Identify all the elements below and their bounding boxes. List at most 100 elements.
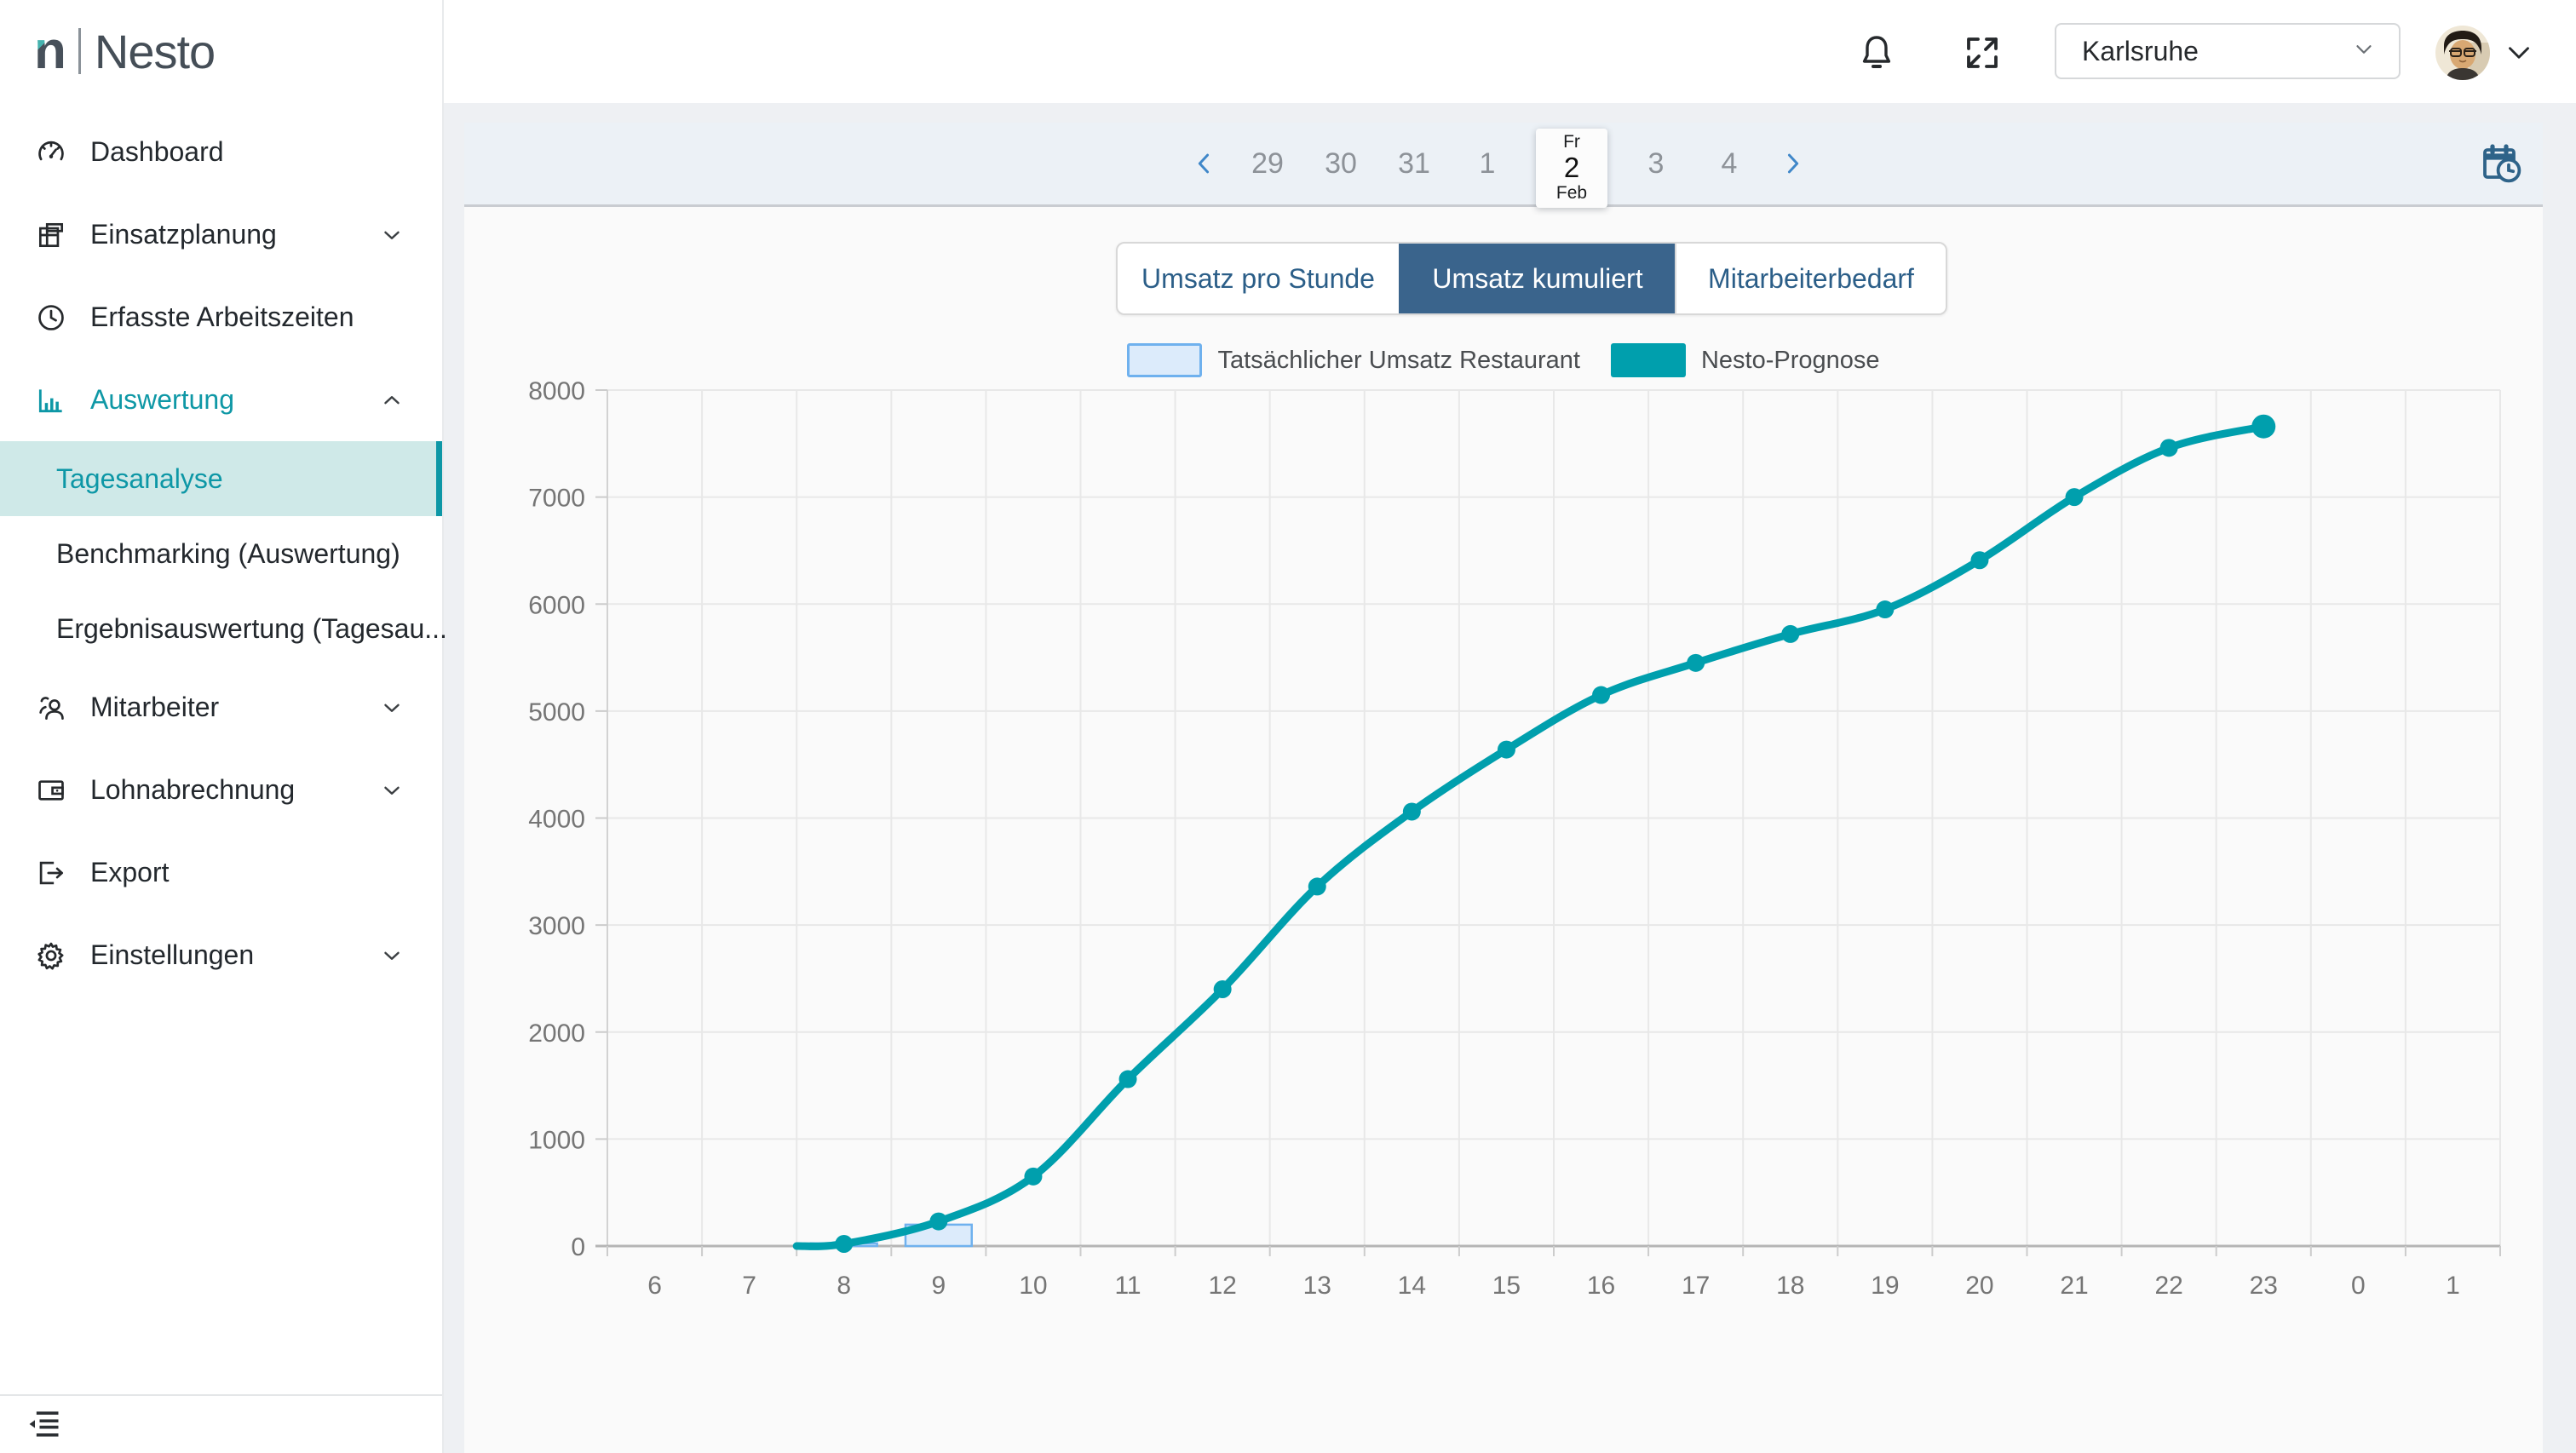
sidebar-item-label: Dashboard	[90, 136, 224, 168]
sidebar-item-tagesanalyse[interactable]: Tagesanalyse	[0, 441, 442, 516]
svg-text:20: 20	[1965, 1272, 1993, 1300]
revenue-cumulative-chart: 0100020003000400050006000700080006789101…	[464, 366, 2543, 1346]
sidebar-item-export[interactable]: Export	[0, 831, 442, 914]
selected-weekday: Fr	[1563, 133, 1580, 152]
tab-umsatz-pro-stunde[interactable]: Umsatz pro Stunde	[1118, 244, 1399, 313]
sidebar-item-dashboard[interactable]: Dashboard	[0, 111, 442, 193]
svg-text:8: 8	[837, 1272, 851, 1300]
sidebar-item-label: Einstellungen	[90, 939, 254, 971]
chevron-down-icon	[2351, 37, 2377, 66]
sidebar-item-label: Benchmarking (Auswertung)	[56, 538, 400, 570]
export-icon	[34, 856, 68, 890]
svg-text:11: 11	[1114, 1272, 1141, 1300]
chevron-down-icon	[379, 778, 405, 803]
svg-text:6000: 6000	[528, 591, 585, 619]
tab-mitarbeiterbedarf[interactable]: Mitarbeiterbedarf	[1675, 244, 1946, 313]
date-30[interactable]: 30	[1316, 147, 1366, 181]
sidebar-item-label: Export	[90, 857, 169, 888]
people-icon	[34, 691, 68, 725]
sidebar-footer-divider	[0, 1394, 442, 1396]
svg-text:18: 18	[1776, 1272, 1804, 1300]
chart-icon	[34, 383, 68, 417]
chevron-down-icon	[379, 222, 405, 248]
logo-wordmark: Nesto	[95, 24, 215, 79]
sidebar: n Nesto Dashboard Einsatzplanung Erfasste …	[0, 0, 444, 1453]
location-select-value: Karlsruhe	[2082, 36, 2199, 67]
clock-icon	[34, 301, 68, 335]
svg-text:7000: 7000	[528, 485, 585, 513]
location-select[interactable]: Karlsruhe	[2055, 23, 2401, 79]
sidebar-item-lohnabrechnung[interactable]: Lohnabrechnung	[0, 749, 442, 831]
next-day-button[interactable]	[1778, 146, 1807, 181]
svg-text:9: 9	[932, 1272, 946, 1300]
app-logo[interactable]: n Nesto	[34, 19, 215, 83]
chevron-down-icon	[379, 943, 405, 968]
date-31[interactable]: 31	[1389, 147, 1439, 181]
svg-text:1000: 1000	[528, 1126, 585, 1154]
svg-text:0: 0	[571, 1233, 585, 1261]
gear-icon	[34, 939, 68, 973]
selected-date-card[interactable]: Fr 2 Feb	[1536, 129, 1607, 208]
date-navigation-bar: 29 30 31 1 Fr 2 Feb 34	[464, 123, 2543, 207]
sidebar-item-ergebnisauswertung[interactable]: Ergebnisauswertung (Tagesau...	[0, 591, 442, 666]
date-29[interactable]: 29	[1243, 147, 1292, 181]
tab-umsatz-kumuliert[interactable]: Umsatz kumuliert	[1399, 244, 1675, 313]
sidebar-item-label: Tagesanalyse	[56, 463, 223, 495]
date-4[interactable]: 4	[1705, 147, 1754, 181]
svg-text:21: 21	[2060, 1272, 2088, 1300]
sidebar-item-erfasste-arbeitszeiten[interactable]: Erfasste Arbeitszeiten	[0, 276, 442, 359]
selected-day: 2	[1564, 152, 1579, 184]
svg-text:6: 6	[647, 1272, 662, 1300]
sidebar-item-auswertung[interactable]: Auswertung	[0, 359, 442, 441]
svg-text:12: 12	[1208, 1272, 1236, 1300]
chevron-up-icon	[379, 388, 405, 413]
wallet-icon	[34, 773, 68, 807]
svg-text:14: 14	[1398, 1272, 1426, 1300]
sidebar-item-label: Lohnabrechnung	[90, 774, 295, 806]
expand-icon	[1962, 62, 2003, 77]
sidebar-item-einsatzplanung[interactable]: Einsatzplanung	[0, 193, 442, 276]
svg-text:8000: 8000	[528, 377, 585, 405]
sidebar-item-label: Mitarbeiter	[90, 692, 219, 723]
svg-text:4000: 4000	[528, 806, 585, 834]
svg-text:16: 16	[1587, 1272, 1615, 1300]
sidebar-nav: Dashboard Einsatzplanung Erfasste Arbeitsz…	[0, 0, 442, 996]
svg-text:19: 19	[1871, 1272, 1899, 1300]
collapse-sidebar-button[interactable]	[26, 1405, 63, 1443]
svg-text:0: 0	[2351, 1272, 2366, 1300]
svg-text:5000: 5000	[528, 698, 585, 726]
svg-text:1: 1	[2446, 1272, 2460, 1300]
main-content: Umsatz pro StundeUmsatz kumuliertMitarbe…	[464, 207, 2543, 1453]
svg-text:22: 22	[2154, 1272, 2182, 1300]
logo-n-mark: n	[34, 25, 66, 78]
sidebar-item-benchmarking[interactable]: Benchmarking (Auswertung)	[0, 516, 442, 591]
logo-divider	[78, 28, 81, 74]
user-avatar[interactable]	[2435, 26, 2490, 80]
svg-text:7: 7	[742, 1272, 756, 1300]
svg-text:10: 10	[1019, 1272, 1047, 1300]
selected-month: Feb	[1556, 184, 1587, 203]
date-1[interactable]: 1	[1463, 147, 1512, 181]
user-menu-chevron[interactable]	[2504, 37, 2534, 68]
prev-day-button[interactable]	[1190, 146, 1219, 181]
fullscreen-button[interactable]	[1962, 32, 2003, 73]
sidebar-item-label: Auswertung	[90, 384, 234, 416]
sidebar-item-label: Erfasste Arbeitszeiten	[90, 302, 354, 333]
sidebar-item-einstellungen[interactable]: Einstellungen	[0, 914, 442, 996]
calendar-clock-icon	[2480, 176, 2524, 191]
svg-text:23: 23	[2250, 1272, 2278, 1300]
sidebar-item-mitarbeiter[interactable]: Mitarbeiter	[0, 666, 442, 749]
bell-icon	[1856, 64, 1897, 78]
schedule-icon	[34, 218, 68, 252]
chevron-down-icon	[379, 695, 405, 721]
sidebar-item-label: Ergebnisauswertung (Tagesau...	[56, 613, 447, 645]
chart-view-tabs: Umsatz pro StundeUmsatz kumuliertMitarbe…	[1116, 242, 1947, 315]
svg-text:2000: 2000	[528, 1019, 585, 1048]
calendar-picker-button[interactable]	[2480, 140, 2524, 187]
dashboard-icon	[34, 135, 68, 169]
svg-text:13: 13	[1303, 1272, 1331, 1300]
date-3[interactable]: 3	[1631, 147, 1681, 181]
topbar: Karlsruhe	[444, 0, 2576, 103]
svg-text:15: 15	[1492, 1272, 1521, 1300]
notifications-button[interactable]	[1856, 31, 1897, 75]
